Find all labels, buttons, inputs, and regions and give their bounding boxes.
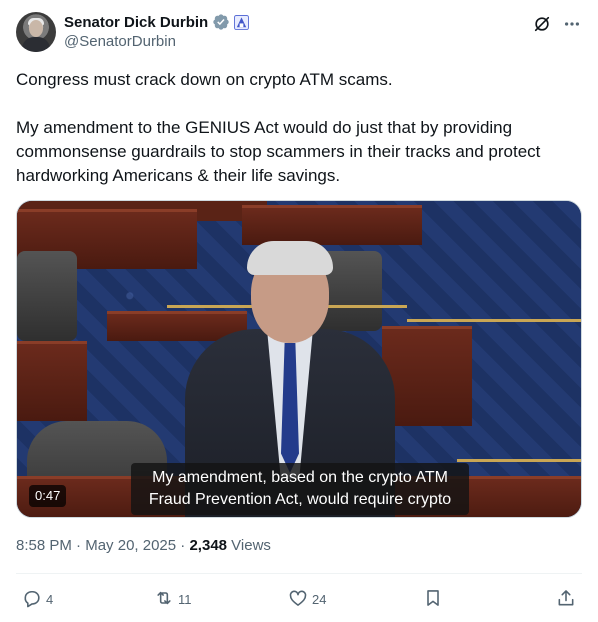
avatar[interactable] (16, 12, 56, 52)
bookmark-icon (423, 588, 443, 611)
video-player[interactable]: My amendment, based on the crypto ATM Fr… (16, 200, 582, 518)
tweet-paragraph: My amendment to the GENIUS Act would do … (16, 118, 541, 185)
views-label: Views (227, 537, 271, 554)
tweet-header: Senator Dick Durbin @SenatorDurbin (16, 12, 582, 54)
author-block: Senator Dick Durbin @SenatorDurbin (64, 12, 249, 50)
header-actions (532, 14, 582, 34)
video-caption: My amendment, based on the crypto ATM Fr… (131, 463, 469, 515)
meta-separator: · (176, 537, 190, 554)
caption-line: Fraud Prevention Act, would require cryp… (148, 491, 452, 508)
reply-icon (22, 588, 42, 611)
tweet-meta: 8:58 PM · May 20, 2025 · 2,348 Views (16, 537, 271, 554)
grok-icon[interactable] (532, 14, 552, 34)
video-duration: 0:47 (29, 485, 67, 507)
verified-badge-icon[interactable] (212, 13, 230, 31)
reply-count: 4 (46, 591, 54, 607)
share-icon (556, 588, 576, 611)
tweet-paragraph: Congress must crack down on crypto ATM s… (16, 70, 393, 89)
reply-button[interactable]: 4 (22, 586, 53, 612)
repost-button[interactable]: 11 (154, 586, 192, 612)
bookmark-button[interactable] (423, 586, 443, 612)
like-button[interactable]: 24 (288, 586, 326, 612)
repost-count: 11 (178, 591, 192, 607)
government-badge-icon[interactable] (233, 14, 249, 30)
tweet-time[interactable]: 8:58 PM (16, 537, 72, 554)
share-button[interactable] (556, 586, 576, 612)
repost-icon (154, 588, 174, 611)
tweet-text: Congress must crack down on crypto ATM s… (16, 68, 578, 188)
heart-icon (288, 588, 308, 611)
tweet-date[interactable]: May 20, 2025 (85, 537, 176, 554)
more-icon[interactable] (562, 14, 582, 34)
caption-line: My amendment, based on the crypto ATM (152, 469, 448, 486)
like-count: 24 (312, 591, 327, 607)
views-count: 2,348 (189, 537, 228, 554)
author-handle[interactable]: @SenatorDurbin (64, 33, 249, 50)
divider (16, 573, 582, 574)
action-bar: 4 11 24 (16, 586, 582, 612)
author-display-name[interactable]: Senator Dick Durbin (64, 14, 208, 31)
meta-separator: · (71, 537, 86, 554)
